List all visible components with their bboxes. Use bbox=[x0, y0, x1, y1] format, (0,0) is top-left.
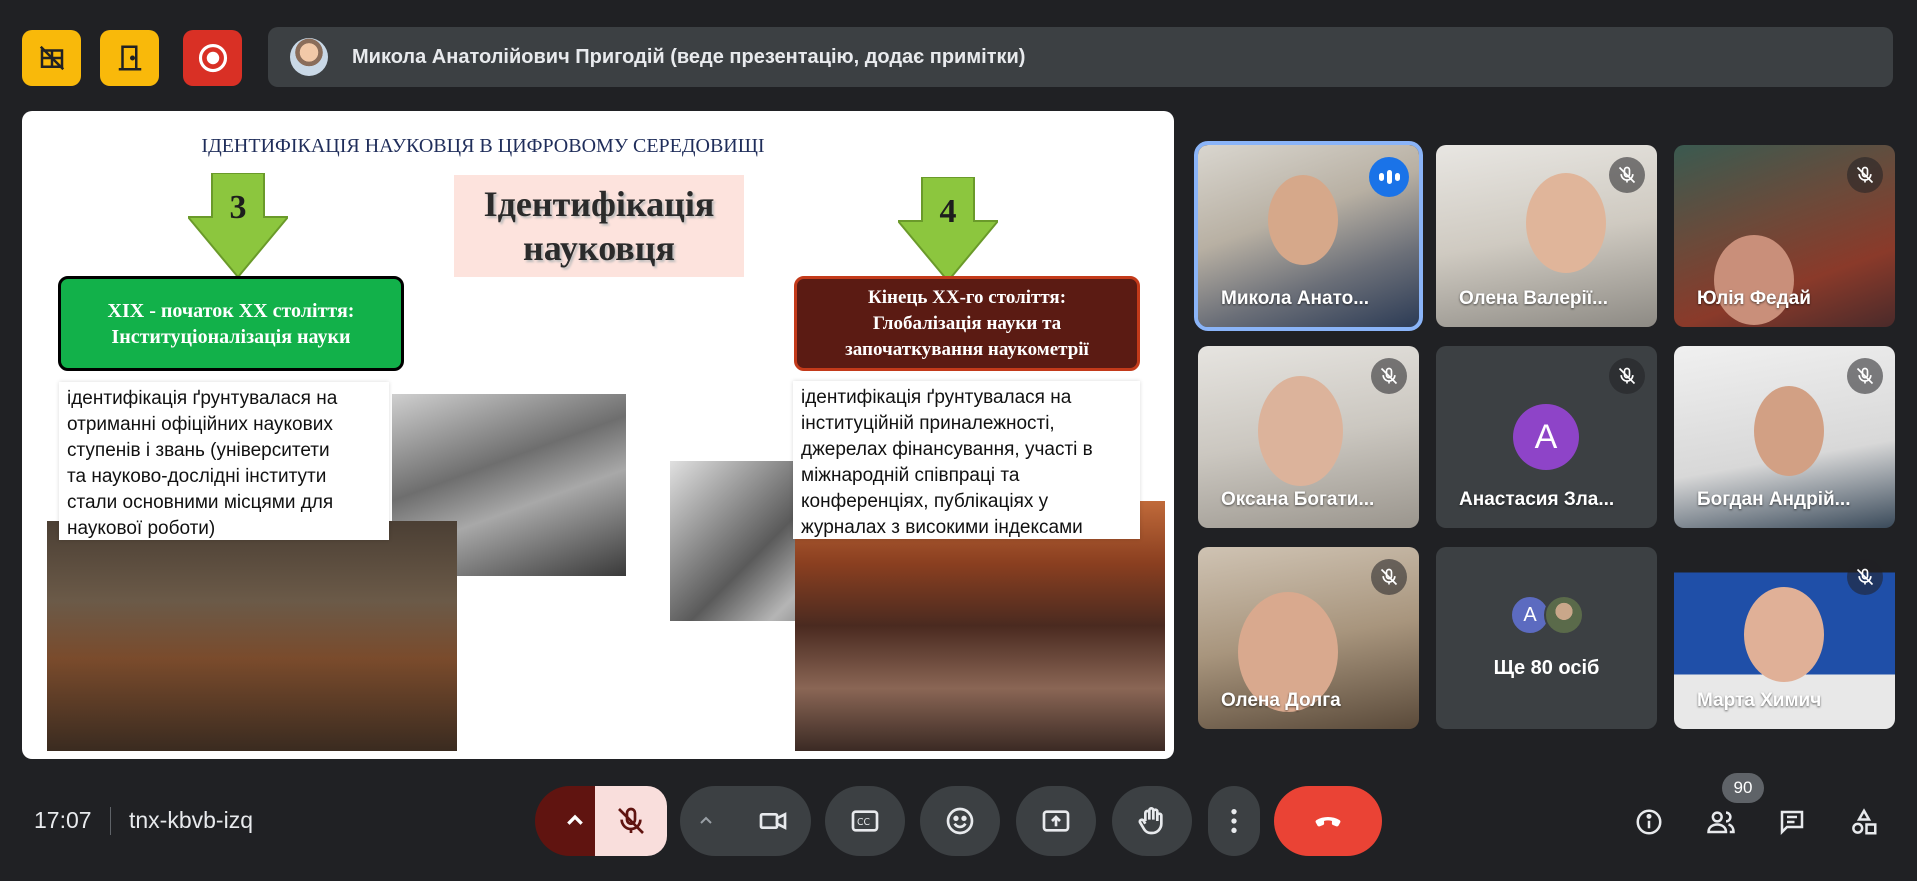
photo-lecture-hall-old bbox=[47, 521, 457, 751]
arrow-right: 4 bbox=[895, 176, 1001, 283]
activities-icon bbox=[1852, 808, 1877, 835]
participant-name: Марта Химич bbox=[1697, 690, 1822, 711]
clock: 17:07 bbox=[34, 807, 92, 833]
presenter-avatar bbox=[290, 38, 328, 76]
mic-off-icon bbox=[618, 807, 644, 834]
speaking-indicator-icon bbox=[1369, 157, 1409, 197]
svg-text:CC: CC bbox=[857, 817, 870, 828]
participant-video bbox=[1754, 386, 1824, 476]
chevron-up-icon bbox=[567, 814, 583, 825]
mic-off-icon bbox=[1371, 358, 1407, 394]
reactions-button[interactable] bbox=[920, 786, 1000, 856]
meeting-code: tnx-kbvb-izq bbox=[129, 807, 253, 833]
leave-breakout-button[interactable] bbox=[100, 30, 159, 86]
center-title-line1: Ідентифікація bbox=[483, 184, 715, 224]
slide-center-title: Ідентифікація науковця bbox=[454, 175, 744, 277]
participant-video bbox=[1744, 587, 1824, 682]
participant-tile[interactable]: Микола Анато... bbox=[1194, 141, 1423, 331]
people-icon bbox=[1707, 811, 1735, 834]
captions-button[interactable]: CC bbox=[825, 786, 905, 856]
more-participants-tile[interactable]: A Ще 80 осіб bbox=[1436, 547, 1657, 729]
activities-button[interactable] bbox=[1842, 800, 1886, 844]
hide-tiles-button[interactable] bbox=[22, 30, 81, 86]
participant-name: Олена Долга bbox=[1221, 690, 1341, 711]
brown-line1: Кінець XX-го століття: bbox=[867, 286, 1067, 308]
avatar-stack: A bbox=[1510, 595, 1584, 635]
door-icon bbox=[118, 45, 141, 71]
chat-button[interactable] bbox=[1770, 800, 1814, 844]
right-description: ідентифікація ґрунтувалася на інституцій… bbox=[793, 381, 1140, 539]
participant-name: Юлія Федай bbox=[1697, 288, 1811, 309]
participant-name: Олена Валерії... bbox=[1459, 288, 1608, 309]
green-line1: XIX - початок XX століття: bbox=[107, 299, 355, 322]
participant-tile[interactable]: Олена Валерії... bbox=[1436, 145, 1657, 327]
presentation-slide: ІДЕНТИФІКАЦІЯ НАУКОВЦЯ В ЦИФРОВОМУ СЕРЕД… bbox=[22, 111, 1174, 759]
presenter-title: Микола Анатолійович Пригодій (веде презе… bbox=[352, 45, 1026, 68]
raise-hand-button[interactable] bbox=[1112, 786, 1192, 856]
participant-video bbox=[1526, 173, 1606, 273]
participant-tile[interactable]: Олена Долга bbox=[1198, 547, 1419, 729]
mic-off-icon bbox=[1847, 559, 1883, 595]
participant-video bbox=[1714, 235, 1794, 325]
crossed-grid-icon bbox=[39, 45, 64, 71]
participant-name: Анастасия Зла... bbox=[1459, 489, 1615, 510]
mic-toggle-button[interactable] bbox=[595, 786, 667, 856]
leave-call-button[interactable] bbox=[1274, 786, 1382, 856]
meeting-info-button[interactable] bbox=[1627, 800, 1671, 844]
arrow-left-number: 3 bbox=[229, 189, 247, 226]
record-icon bbox=[198, 43, 227, 73]
arrow-left: 3 bbox=[185, 172, 291, 279]
mic-off-icon bbox=[1847, 157, 1883, 193]
presenter-bar[interactable]: Микола Анатолійович Пригодій (веде презе… bbox=[268, 27, 1893, 87]
participant-tile[interactable]: Богдан Андрій... bbox=[1674, 346, 1895, 528]
captions-icon: CC bbox=[851, 810, 879, 832]
mic-off-icon bbox=[1609, 157, 1645, 193]
more-options-button[interactable] bbox=[1208, 786, 1260, 856]
center-title-line2: науковця bbox=[523, 228, 675, 268]
present-icon bbox=[1042, 810, 1070, 832]
people-button[interactable] bbox=[1699, 800, 1743, 844]
more-icon bbox=[1231, 809, 1237, 833]
participant-video bbox=[1268, 175, 1338, 265]
chevron-up-icon bbox=[700, 816, 712, 824]
participant-name: Оксана Богати... bbox=[1221, 489, 1375, 510]
recording-button[interactable] bbox=[183, 30, 242, 86]
end-call-icon bbox=[1315, 817, 1341, 827]
participant-video bbox=[1258, 376, 1343, 486]
divider bbox=[110, 807, 111, 835]
participant-tile[interactable]: Оксана Богати... bbox=[1198, 346, 1419, 528]
more-participants-label: Ще 80 осіб bbox=[1493, 657, 1600, 679]
mic-off-icon bbox=[1847, 358, 1883, 394]
participant-tile[interactable]: A Анастасия Зла... bbox=[1436, 346, 1657, 528]
era-box-brown: Кінець XX-го століття: Глобалізація наук… bbox=[794, 276, 1140, 371]
people-count-badge: 90 bbox=[1722, 773, 1764, 803]
green-line2: Інституціоналізація науки bbox=[111, 325, 351, 348]
emoji-icon bbox=[946, 807, 974, 835]
participant-avatar: A bbox=[1513, 404, 1579, 470]
participant-tile[interactable]: Юлія Федай bbox=[1674, 145, 1895, 327]
small-avatar-photo bbox=[1544, 595, 1584, 635]
participant-tile[interactable]: Марта Химич bbox=[1674, 547, 1895, 729]
arrow-right-number: 4 bbox=[939, 193, 957, 230]
mic-off-icon bbox=[1609, 358, 1645, 394]
mic-off-icon bbox=[1371, 559, 1407, 595]
camera-icon[interactable] bbox=[757, 805, 789, 837]
chat-icon bbox=[1780, 810, 1804, 836]
brown-line3: започаткування наукометрії bbox=[845, 338, 1089, 360]
participant-name: Богдан Андрій... bbox=[1697, 489, 1851, 510]
info-icon bbox=[1636, 809, 1662, 835]
raise-hand-icon bbox=[1138, 807, 1163, 835]
left-description: ідентифікація ґрунтувалася на отриманні … bbox=[59, 382, 389, 540]
era-box-green: XIX - початок XX століття: Інституціонал… bbox=[58, 276, 404, 371]
present-button[interactable] bbox=[1016, 786, 1096, 856]
video-options-button[interactable] bbox=[680, 786, 811, 856]
slide-heading: ІДЕНТИФІКАЦІЯ НАУКОВЦЯ В ЦИФРОВОМУ СЕРЕД… bbox=[201, 135, 765, 157]
participant-name: Микола Анато... bbox=[1221, 288, 1370, 309]
brown-line2: Глобалізація науки та bbox=[872, 312, 1062, 334]
